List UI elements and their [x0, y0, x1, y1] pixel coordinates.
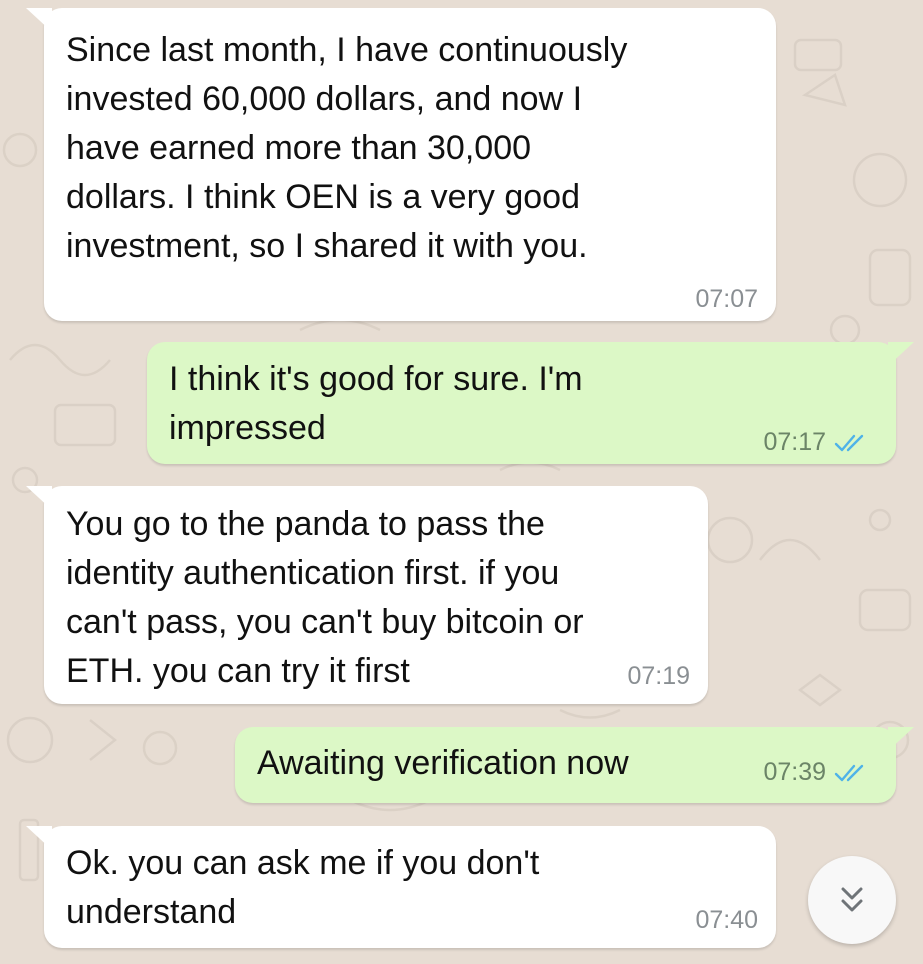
message-text: Awaiting verification now: [257, 744, 629, 782]
message-time: 07:17: [763, 428, 826, 456]
message-time: 07:07: [695, 285, 758, 313]
message-time: 07:40: [695, 906, 758, 934]
outgoing-message[interactable]: I think it's good for sure. I'm impresse…: [147, 342, 914, 464]
incoming-message[interactable]: You go to the panda to pass the identity…: [26, 486, 708, 704]
message-meta: 07:19: [627, 662, 690, 691]
message-meta: 07:40: [695, 906, 758, 935]
bubble-tail: [26, 486, 52, 510]
incoming-message[interactable]: Since last month, I have continuously in…: [26, 8, 776, 321]
message-time: 07:39: [763, 758, 826, 786]
double-chevron-down-icon: [841, 887, 863, 912]
message-text: You go to the panda to pass the identity…: [66, 505, 584, 690]
message-meta: 07:17: [763, 428, 868, 457]
bubble-tail: [888, 727, 914, 751]
message-text: Since last month, I have continuously in…: [66, 31, 628, 265]
double-check-icon: [834, 434, 864, 451]
bubble-tail: [26, 8, 52, 32]
scroll-to-bottom-button[interactable]: [808, 856, 896, 944]
incoming-message[interactable]: Ok. you can ask me if you don't understa…: [26, 826, 776, 948]
double-check-icon: [834, 764, 864, 781]
message-meta: 07:07: [695, 285, 758, 314]
message-meta: 07:39: [763, 758, 868, 787]
outgoing-message[interactable]: Awaiting verification now 07:39: [235, 727, 914, 803]
bubble-tail: [888, 342, 914, 366]
message-time: 07:19: [627, 662, 690, 690]
message-text: I think it's good for sure. I'm impresse…: [169, 360, 583, 447]
message-text: Ok. you can ask me if you don't understa…: [66, 844, 540, 931]
bubble-tail: [26, 826, 52, 850]
